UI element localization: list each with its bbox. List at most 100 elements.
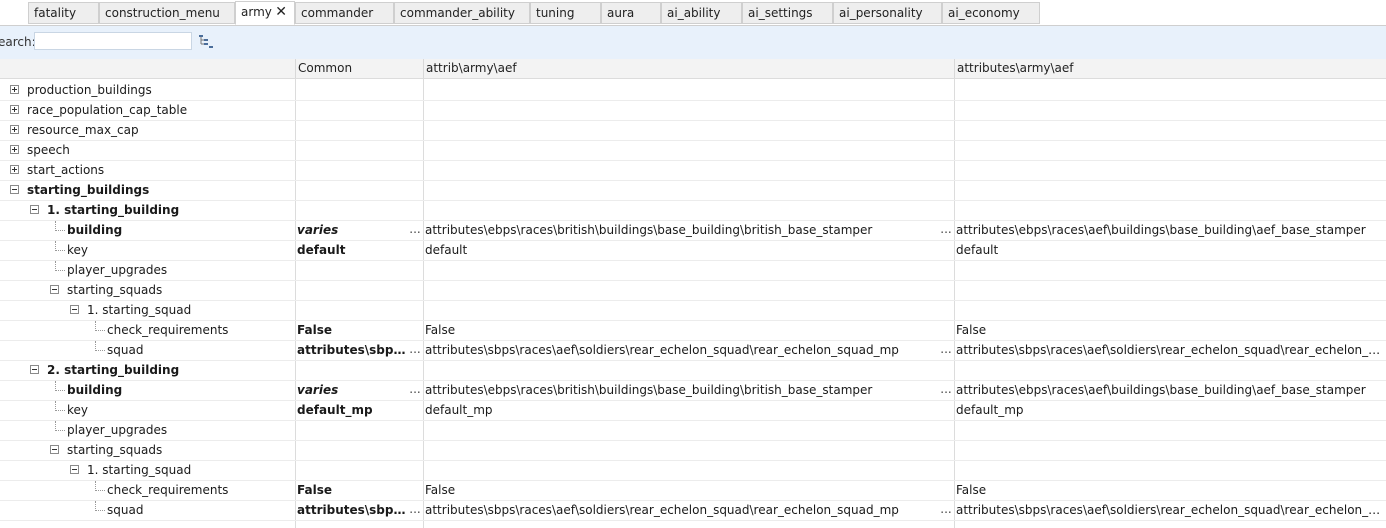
table-row[interactable]: speech [0,141,1386,161]
col1-value[interactable] [425,161,935,180]
table-row[interactable]: starting_squads [0,281,1386,301]
browse-button[interactable]: ... [409,341,421,360]
col2-value[interactable] [956,361,1384,380]
browse-button[interactable]: ... [940,221,952,240]
common-value[interactable] [297,461,407,480]
col2-value[interactable]: attributes\sbps\races\aef\soldiers\rear_… [956,341,1384,360]
table-row[interactable]: 2. starting_building [0,361,1386,381]
close-icon[interactable]: ✕ [275,2,287,22]
tab-fatality[interactable]: fatality [28,2,99,24]
common-value[interactable] [297,421,407,440]
col2-value[interactable]: False [956,321,1384,340]
header-col2[interactable]: attributes\army\aef [954,59,1386,78]
col2-value[interactable] [956,101,1384,120]
tab-army[interactable]: army ✕ [235,1,295,25]
table-row[interactable]: 1. starting_squad [0,301,1386,321]
browse-button[interactable]: ... [940,341,952,360]
col1-value[interactable] [425,201,935,220]
table-row[interactable]: starting_squads [0,441,1386,461]
tab-ai-settings[interactable]: ai_settings [742,2,833,24]
col1-value[interactable]: default [425,241,935,260]
collapse-icon[interactable] [70,305,79,314]
col2-value[interactable] [956,421,1384,440]
expand-icon[interactable] [10,105,19,114]
table-row[interactable]: player_upgrades [0,261,1386,281]
collapse-icon[interactable] [30,205,39,214]
col1-value[interactable]: False [425,321,935,340]
common-value[interactable] [297,361,407,380]
col2-value[interactable] [956,201,1384,220]
tab-aura[interactable]: aura [601,2,661,24]
col2-value[interactable] [956,141,1384,160]
table-row[interactable]: squad attributes\sbps\r... attributes\sbps… [0,501,1386,521]
expand-icon[interactable] [10,125,19,134]
col1-value[interactable]: attributes\sbps\races\aef\soldiers\rear_… [425,341,935,360]
col1-value[interactable] [425,301,935,320]
common-value[interactable] [297,181,407,200]
table-row[interactable]: 1. starting_squad [0,461,1386,481]
common-value[interactable] [297,81,407,100]
table-row[interactable]: key default_mp default_mp default_mp [0,401,1386,421]
col2-value[interactable] [956,441,1384,460]
col1-value[interactable] [425,281,935,300]
col1-value[interactable] [425,361,935,380]
browse-button[interactable]: ... [409,221,421,240]
header-common[interactable]: Common [295,59,423,78]
col2-value[interactable] [956,301,1384,320]
col1-value[interactable] [425,261,935,280]
col1-value[interactable] [425,81,935,100]
col1-value[interactable] [425,461,935,480]
tab-commander[interactable]: commander [295,2,394,24]
common-value[interactable] [297,281,407,300]
table-row[interactable]: start_actions [0,161,1386,181]
col2-value[interactable] [956,121,1384,140]
table-row[interactable]: production_buildings [0,81,1386,101]
common-value[interactable]: attributes\sbps\r... [297,501,407,520]
table-row[interactable]: player_upgrades [0,421,1386,441]
table-row[interactable]: check_requirements False False False [0,481,1386,501]
table-row[interactable]: starting_buildings [0,181,1386,201]
browse-button[interactable]: ... [409,501,421,520]
col1-value[interactable]: attributes\ebps\races\british\buildings\… [425,221,935,240]
common-value[interactable] [297,301,407,320]
table-row[interactable]: 1. starting_building [0,201,1386,221]
table-row[interactable]: race_population_cap_table [0,101,1386,121]
collapse-icon[interactable] [50,445,59,454]
tab-tuning[interactable]: tuning [530,2,601,24]
col2-value[interactable] [956,461,1384,480]
header-col1[interactable]: attrib\army\aef [423,59,954,78]
col1-value[interactable] [425,421,935,440]
table-row[interactable]: building varies attributes\ebps\races\brit… [0,221,1386,241]
common-value[interactable] [297,201,407,220]
collapse-icon[interactable] [30,365,39,374]
col1-value[interactable] [425,441,935,460]
collapse-icon[interactable] [50,285,59,294]
col2-value[interactable] [956,161,1384,180]
common-value[interactable]: default [297,241,407,260]
col1-value[interactable]: False [425,481,935,500]
common-value[interactable]: False [297,321,407,340]
col2-value[interactable]: attributes\sbps\races\aef\soldiers\rear_… [956,501,1384,520]
tab-ai-ability[interactable]: ai_ability [661,2,742,24]
col2-value[interactable] [956,281,1384,300]
common-value[interactable]: varies [297,381,407,400]
col2-value[interactable] [956,81,1384,100]
col2-value[interactable]: attributes\ebps\races\aef\buildings\base… [956,381,1384,400]
common-value[interactable] [297,141,407,160]
tab-commander-ability[interactable]: commander_ability [394,2,530,24]
tree-view-icon[interactable] [198,33,214,49]
common-value[interactable] [297,161,407,180]
table-row[interactable]: building varies attributes\ebps\races\brit… [0,381,1386,401]
expand-icon[interactable] [10,145,19,154]
col2-value[interactable]: default_mp [956,401,1384,420]
col1-value[interactable]: default_mp [425,401,935,420]
collapse-icon[interactable] [10,185,19,194]
common-value[interactable]: attributes\sbps\r... [297,341,407,360]
common-value[interactable] [297,121,407,140]
common-value[interactable] [297,261,407,280]
common-value[interactable]: varies [297,221,407,240]
col2-value[interactable]: False [956,481,1384,500]
col1-value[interactable] [425,101,935,120]
table-row[interactable]: key default default default [0,241,1386,261]
common-value[interactable]: False [297,481,407,500]
